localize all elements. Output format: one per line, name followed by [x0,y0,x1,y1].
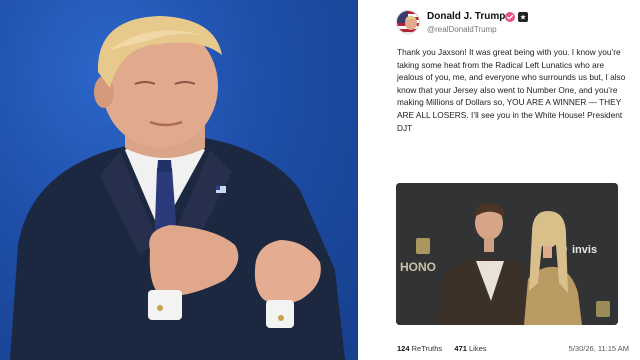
post-body-text: Thank you Jaxson! It was great being wit… [397,47,626,133]
backdrop-text-right: invis [572,244,597,256]
engagement-stats: 124 ReTruths 471 Likes [397,344,487,353]
truth-social-icon [518,12,528,22]
likes-label[interactable]: Likes [469,344,487,353]
username-handle[interactable]: @realDonaldTrump [427,25,497,34]
retruths-count[interactable]: 124 [397,344,410,353]
retruths-label[interactable]: ReTruths [412,344,443,353]
news-photo-illustration [10,16,345,360]
news-photo [0,0,358,360]
avatar-flag-image [397,11,419,33]
profile-avatar[interactable] [396,10,420,34]
post-image-illustration: HONO invis [396,183,618,325]
verified-check-icon [505,12,515,22]
social-post: Donald J. Trump @realDonaldTrump Thank y… [385,0,640,360]
post-timestamp[interactable]: 5/30/26, 11:15 AM [569,344,629,353]
backdrop-text-left: HONO [400,260,436,274]
likes-count[interactable]: 471 [454,344,467,353]
post-attached-image[interactable]: HONO invis [396,183,618,325]
display-name[interactable]: Donald J. Trump [427,11,505,22]
